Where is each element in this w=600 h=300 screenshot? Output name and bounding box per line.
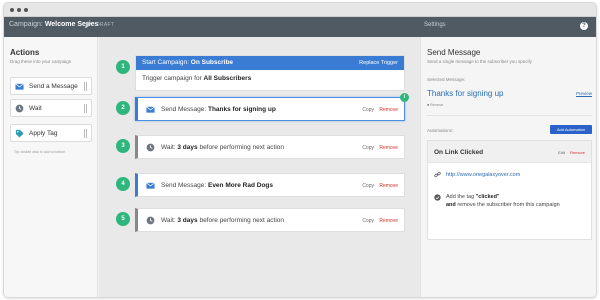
campaign-flow: 1 Start Campaign: On Subscribe Replace T… [99, 37, 420, 297]
selected-message-label: Selected Message: [427, 77, 466, 82]
tag-remove-text: remove the subscriber from this campaign [457, 202, 560, 208]
step-text: Wait: 3 days before performing next acti… [161, 144, 284, 151]
selected-message-value[interactable]: Thanks for signing up [427, 89, 504, 98]
trigger-header: Start Campaign: On Subscribe Replace Tri… [136, 56, 404, 70]
trigger-body: Trigger campaign for All Subscribers [142, 75, 251, 82]
step-prefix: Wait: [161, 144, 176, 151]
clock-icon [146, 216, 155, 225]
action-send-message[interactable]: Send a Message [10, 77, 92, 95]
divider [427, 115, 592, 116]
automation-title: On Link Clicked [434, 149, 484, 156]
step-number: 3 [116, 139, 130, 153]
step-number: 1 [116, 60, 130, 74]
drag-handle-icon[interactable] [84, 82, 87, 91]
preview-link[interactable]: Preview [576, 91, 592, 96]
tag-prefix: Add the tag [446, 194, 475, 200]
step-text: Send Message: Thanks for signing up [161, 106, 276, 113]
tag-icon [15, 129, 24, 138]
step-number: 4 [116, 177, 130, 191]
window-chrome [4, 3, 596, 17]
step-value: 3 days [177, 217, 198, 224]
remove-button[interactable]: Remove [379, 218, 398, 224]
tag-and: and [446, 202, 456, 208]
remove-button[interactable]: Remove [379, 107, 398, 113]
drag-handle-icon[interactable] [84, 104, 87, 113]
trigger-target: All Subscribers [203, 75, 252, 82]
step-prefix: Wait: [161, 217, 176, 224]
step-number: 5 [116, 212, 130, 226]
remove-button[interactable]: Remove [379, 183, 398, 189]
step-prefix: Send Message: [161, 182, 207, 189]
app-window: Campaign: Welcome Series DRAFT Settings … [3, 2, 597, 298]
automation-card: On Link Clicked Edit Remove http://www.o… [427, 140, 592, 240]
settings-header: Settings [424, 22, 446, 28]
window-dot-icon[interactable] [17, 8, 21, 12]
step-number: 2 [116, 101, 130, 115]
copy-button[interactable]: Copy [362, 107, 374, 113]
step-suffix: before performing next action [199, 217, 285, 224]
step-card-wait[interactable]: Wait: 3 days before performing next acti… [135, 135, 405, 159]
copy-button[interactable]: Copy [362, 218, 374, 224]
trigger-title: Start Campaign: On Subscribe [142, 59, 233, 66]
clock-icon [15, 104, 24, 113]
drag-handle-icon[interactable] [84, 129, 87, 138]
window-dot-icon[interactable] [10, 8, 14, 12]
remove-button[interactable]: Remove [379, 145, 398, 151]
edit-automation-button[interactable]: Edit [558, 150, 565, 155]
automations-label: Automations: [427, 128, 454, 133]
settings-panel: Send Message Send a single message to th… [420, 37, 596, 297]
copy-button[interactable]: Copy [362, 145, 374, 151]
step-card-send-message[interactable]: Send Message: Even More Rad Dogs Copy Re… [135, 173, 405, 197]
envelope-icon [146, 182, 155, 189]
step-value: Thanks for signing up [207, 106, 276, 113]
copy-button[interactable]: Copy [362, 183, 374, 189]
tag-action-line2: and remove the subscriber from this camp… [446, 202, 560, 208]
tag-action-line1: Add the tag "clicked" [446, 194, 500, 200]
settings-subtitle: Send a single message to the subscriber … [427, 59, 533, 64]
actions-subtitle: Drag these into your campaign [10, 59, 72, 64]
actions-title: Actions [10, 48, 40, 57]
tag-name: "clicked" [475, 194, 500, 200]
step-value: 3 days [177, 144, 198, 151]
remove-automation-button[interactable]: Remove [570, 150, 585, 155]
check-circle-icon [434, 194, 441, 201]
step-text: Send Message: Even More Rad Dogs [161, 182, 273, 189]
info-badge-icon: i [400, 93, 409, 102]
replace-trigger-link[interactable]: Replace Trigger [359, 60, 398, 66]
trigger-body-prefix: Trigger campaign for [142, 75, 202, 82]
envelope-icon [15, 83, 24, 90]
action-label: Apply Tag [29, 130, 58, 137]
envelope-icon [146, 106, 155, 113]
action-apply-tag[interactable]: Apply Tag [10, 124, 92, 142]
trigger-name: On Subscribe [190, 59, 234, 66]
actions-tip: Tip: double click to add to bottom [14, 150, 66, 154]
action-label: Wait [29, 105, 42, 112]
help-icon[interactable]: ? [580, 22, 588, 30]
step-value: Even More Rad Dogs [207, 182, 273, 189]
add-automation-button[interactable]: Add Automation [550, 125, 592, 134]
action-wait[interactable]: Wait [10, 99, 92, 117]
trash-icon: ■ [427, 103, 430, 107]
clock-icon [146, 143, 155, 152]
step-suffix: before performing next action [199, 144, 285, 151]
window-dot-icon[interactable] [24, 8, 28, 12]
link-icon [434, 171, 441, 178]
step-card-send-message[interactable]: Send Message: Thanks for signing up Copy… [135, 93, 409, 121]
settings-title: Send Message [427, 48, 481, 57]
pencil-icon[interactable] [84, 21, 92, 29]
campaign-prefix: Campaign: [9, 21, 43, 28]
trigger-prefix: Start Campaign: [142, 59, 189, 66]
remove-message-link[interactable]: ■ Remove [427, 103, 443, 107]
remove-message-label: Remove [430, 103, 444, 107]
step-text: Wait: 3 days before performing next acti… [161, 217, 284, 224]
actions-panel: Actions Drag these into your campaign Se… [4, 37, 98, 297]
status-badge: DRAFT [96, 22, 115, 28]
top-bar: Campaign: Welcome Series DRAFT Settings … [4, 17, 596, 37]
step-card-wait[interactable]: Wait: 3 days before performing next acti… [135, 208, 405, 232]
trigger-card[interactable]: Start Campaign: On Subscribe Replace Tri… [135, 55, 405, 91]
action-label: Send a Message [29, 83, 78, 90]
step-prefix: Send Message: [161, 106, 207, 113]
automation-link[interactable]: http://www.onegalaxyover.com [446, 172, 520, 178]
